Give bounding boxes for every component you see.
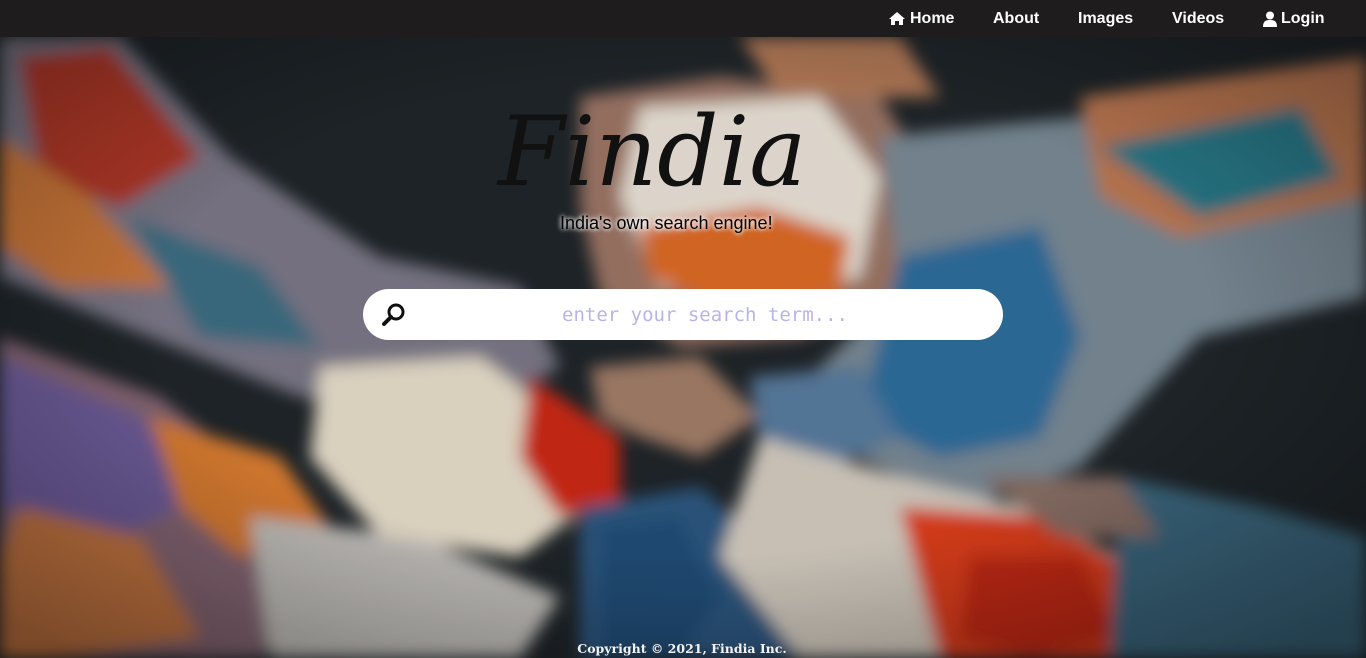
user-icon xyxy=(1263,11,1277,27)
home-icon xyxy=(888,11,906,26)
nav-login-link[interactable]: Login xyxy=(1263,0,1325,37)
nav-images-link[interactable]: Images xyxy=(1078,0,1133,37)
nav-about-label: About xyxy=(993,9,1040,27)
top-navbar: Home About Images Videos Login xyxy=(0,0,1366,37)
nav-videos-link[interactable]: Videos xyxy=(1172,0,1224,37)
nav-images-label: Images xyxy=(1078,9,1134,27)
search-icon[interactable] xyxy=(381,302,407,328)
nav-home-label: Home xyxy=(910,9,955,27)
copyright-text: Copyright © 2021, Findia Inc. xyxy=(577,641,787,656)
nav-login-label: Login xyxy=(1281,9,1325,27)
findia-logo: Findia xyxy=(496,96,807,208)
logo-text: Findia xyxy=(496,96,807,208)
nav-home-link[interactable]: Home xyxy=(888,0,954,37)
nav-videos-label: Videos xyxy=(1172,9,1225,27)
footer: Copyright © 2021, Findia Inc. xyxy=(0,641,1366,656)
nav-about-link[interactable]: About xyxy=(993,0,1039,37)
tagline: India's own search engine! xyxy=(560,213,773,233)
search-bar xyxy=(363,289,1003,340)
search-input[interactable] xyxy=(423,295,987,335)
